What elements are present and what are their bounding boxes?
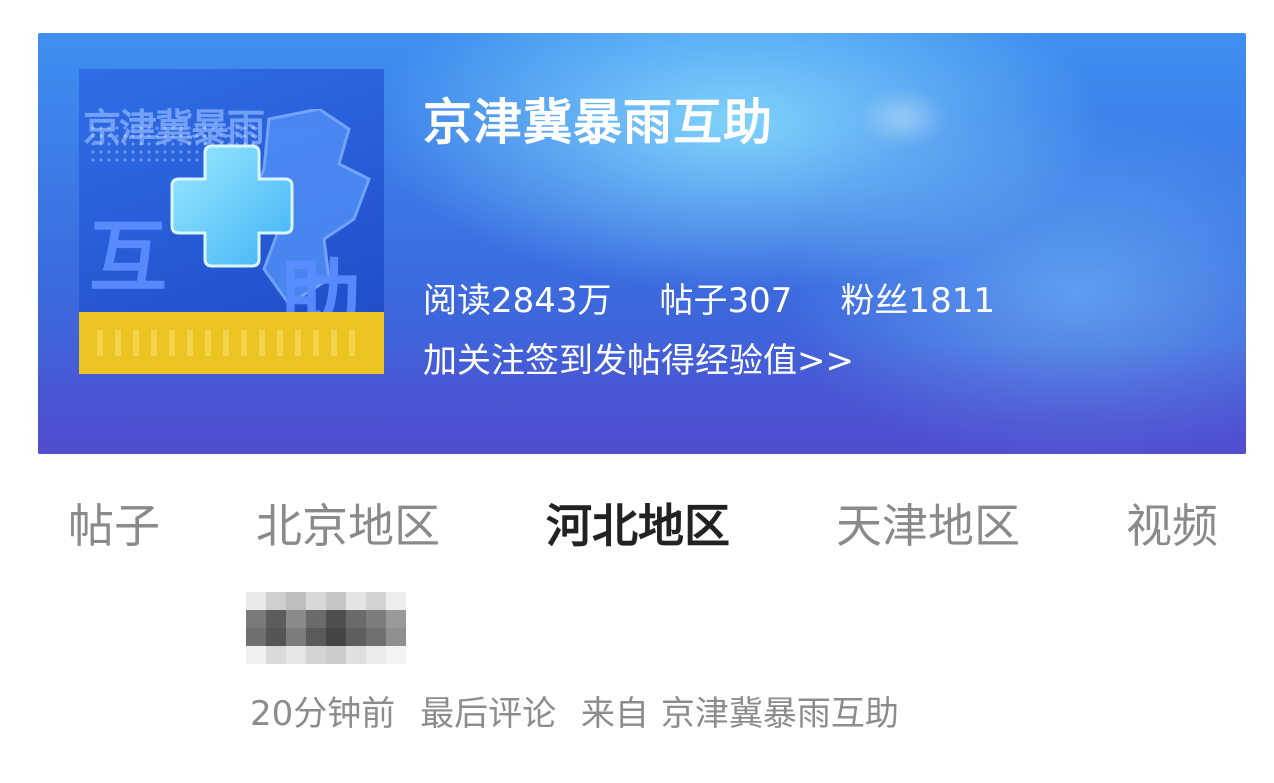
tab-tianjin[interactable]: 天津地区: [836, 490, 1020, 556]
topic-avatar[interactable]: 京津冀暴雨 互 助: [79, 69, 384, 374]
avatar-char-hu: 互: [89, 213, 168, 303]
title-badge-blur: [858, 88, 948, 148]
post-from-label: 来自: [580, 694, 649, 734]
stat-posts: 帖子307: [659, 281, 793, 321]
post-source-link[interactable]: 京津冀暴雨互助: [661, 694, 899, 734]
tab-posts[interactable]: 帖子: [68, 490, 160, 556]
post-last-comment: 最后评论: [420, 694, 557, 734]
stat-fans: 粉丝1811: [840, 281, 995, 321]
post-author-pixelated[interactable]: [246, 592, 406, 664]
tab-beijing[interactable]: 北京地区: [256, 490, 440, 556]
avatar-yellow-bar: [79, 312, 384, 374]
topic-stats: 阅读2843万 帖子307 粉丝1811: [423, 273, 995, 322]
tab-video[interactable]: 视频: [1126, 490, 1218, 556]
topic-title: 京津冀暴雨互助: [423, 94, 774, 151]
follow-checkin-link[interactable]: 加关注签到发帖得经验值>>: [423, 333, 854, 382]
topic-page: 京津冀暴雨 互 助 京津冀暴雨互助 阅读2843万 帖子3: [0, 0, 1274, 783]
tab-hebei[interactable]: 河北地区: [546, 490, 730, 556]
plus-cross-icon: [170, 144, 294, 268]
post-time: 20分钟前: [250, 694, 396, 734]
post-meta: 20分钟前 最后评论 来自 京津冀暴雨互助: [250, 686, 899, 735]
topic-tabs: 帖子 北京地区 河北地区 天津地区 视频: [0, 490, 1274, 560]
topic-banner: 京津冀暴雨 互 助 京津冀暴雨互助 阅读2843万 帖子3: [38, 33, 1246, 454]
stat-reads: 阅读2843万: [423, 281, 612, 321]
